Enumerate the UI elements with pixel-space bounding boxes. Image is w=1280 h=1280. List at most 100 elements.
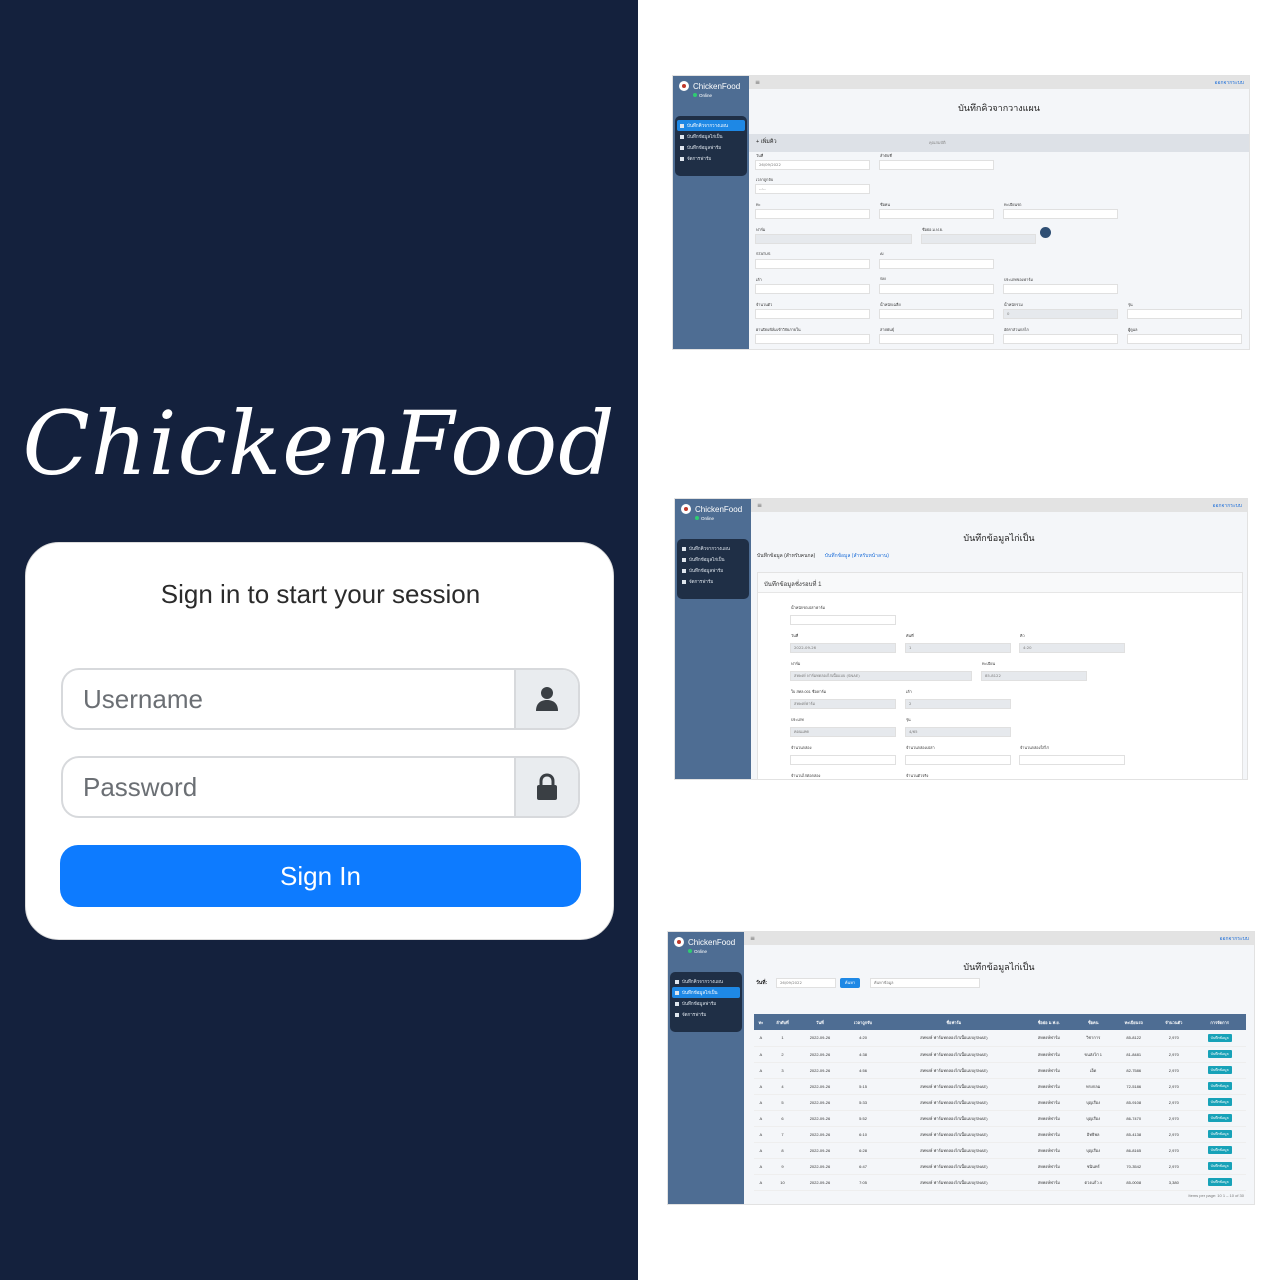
sidebar-item-farm-data[interactable]: บันทึกข้อมูลฟาร์ม (677, 565, 749, 576)
table-header: ทะ ลำดับที่ วันที่ เวลาถูกจับ ชื่อฟาร์ม … (754, 1014, 1246, 1030)
date-filter[interactable]: 26/09/2022 (776, 978, 836, 988)
signin-button[interactable]: Sign In (60, 845, 581, 907)
table-cell: 8 (767, 1142, 798, 1159)
sidebar-brand[interactable]: ChickenFood (673, 76, 749, 91)
table-cell: 2,970 (1154, 1078, 1194, 1095)
col-header[interactable]: ทะ (754, 1014, 768, 1030)
order-field[interactable] (879, 160, 994, 170)
logout-link[interactable]: ออกจากระบบ (1214, 79, 1244, 87)
line-select[interactable] (755, 209, 870, 219)
truck-no-field: 1 (905, 643, 1011, 653)
sidebar-item-farm-manage[interactable]: จัดการฟาร์ม (670, 1009, 742, 1020)
record-data-button[interactable]: บันทึกข้อมูล (1207, 1162, 1232, 1170)
col-header[interactable]: ชื่อคน (1073, 1014, 1114, 1030)
menu-toggle-icon[interactable]: ≡ (755, 79, 760, 86)
house-field: 2 (905, 699, 1011, 709)
batch-field[interactable] (1127, 309, 1242, 319)
menu-toggle-icon[interactable]: ≡ (757, 502, 762, 509)
sidebar-item-farm-manage[interactable]: จัดการฟาร์ม (675, 153, 747, 164)
avg-weight-field[interactable] (879, 309, 994, 319)
person-field[interactable] (879, 209, 994, 219)
search-input[interactable] (870, 978, 980, 988)
search-icon[interactable] (1040, 227, 1051, 238)
col-header[interactable]: เวลาถูกจับ (842, 1014, 884, 1030)
add-queue-bar[interactable]: + เพิ่มคิว คุณสมบัติ (749, 134, 1249, 152)
sidebar-item-live-chicken[interactable]: บันทึกข้อมูลไก่เป็น (677, 554, 749, 565)
tab-record-middleman[interactable]: บันทึกข้อมูล (สำหรับคนกล) (757, 553, 815, 559)
farm-short-field (921, 234, 1036, 244)
field-label: จำนวนตัวจริง (906, 774, 929, 778)
username-input[interactable] (63, 670, 514, 728)
table-cell: 2022-09-26 (797, 1142, 843, 1159)
house-field[interactable] (755, 284, 870, 294)
empty-box-field[interactable] (905, 755, 1011, 765)
record-data-button[interactable]: บันทึกข้อมูล (1207, 1082, 1232, 1090)
record-data-button[interactable]: บันทึกข้อมูล (1207, 1130, 1232, 1138)
status-field[interactable] (755, 259, 870, 269)
add-queue-button[interactable]: + เพิ่มคิว (756, 138, 777, 146)
sm-select[interactable] (879, 284, 994, 294)
full-box-field[interactable] (1019, 755, 1125, 765)
batch-field: 4/65 (905, 727, 1011, 737)
vaccine-select[interactable] (755, 334, 870, 344)
table-cell: 82-7586 (1113, 1062, 1155, 1079)
password-input[interactable] (63, 758, 514, 816)
sidebar-item-queue[interactable]: บันทึกคิวจากวางแผน (670, 976, 742, 987)
plate-field[interactable] (1003, 209, 1118, 219)
record-data-button[interactable]: บันทึกข้อมูล (1207, 1066, 1232, 1074)
table-cell: A (754, 1078, 768, 1095)
sidebar-item-farm-manage[interactable]: จัดการฟาร์ม (677, 576, 749, 587)
sidebar-brand[interactable]: ChickenFood (668, 932, 744, 947)
col-header[interactable]: ชื่อย่อ ม.ฟ.ย. (1024, 1014, 1074, 1030)
time-field[interactable]: --:-- (755, 184, 870, 194)
list-icon (675, 1001, 679, 1006)
logout-link[interactable]: ออกจากระบบ (1212, 502, 1242, 510)
field-label: ฟาร์ม (791, 662, 801, 666)
col-header[interactable]: ชื่อฟาร์ม (883, 1014, 1025, 1030)
sidebar-brand[interactable]: ChickenFood (675, 499, 751, 514)
sidebar-item-live-chicken[interactable]: บันทึกข้อมูลไก่เป็น (672, 987, 740, 998)
table-cell: A (754, 1062, 768, 1079)
form-farm-field: สหพงษ์ฟาร์ม (790, 699, 896, 709)
col-header[interactable]: จำนวนตัว (1154, 1014, 1194, 1030)
logout-link[interactable]: ออกจากระบบ (1219, 935, 1249, 943)
table-cell: สหพงษ์ ฟาร์มทดลองไก่เนื้อแบบ(SNAE) (883, 1046, 1025, 1063)
table-cell: 85-4138 (1113, 1126, 1155, 1143)
menu-toggle-icon[interactable]: ≡ (750, 935, 755, 942)
record-data-button[interactable]: บันทึกข้อมูล (1207, 1050, 1232, 1058)
col-header[interactable]: วันที่ (797, 1014, 843, 1030)
breed-select[interactable] (879, 334, 994, 344)
sidebar-item-queue[interactable]: บันทึกคิวจากวางแผน (677, 120, 745, 131)
date-field[interactable]: 26/09/2022 (755, 160, 870, 170)
sidebar-item-farm-data[interactable]: บันทึกข้อมูลฟาร์ม (675, 142, 747, 153)
field-label: ฟาร์ม (756, 228, 766, 232)
sidebar-item-farm-data[interactable]: บันทึกข้อมูลฟาร์ม (670, 998, 742, 1009)
sidebar-item-queue[interactable]: บันทึกคิวจากวางแผน (677, 543, 749, 554)
record-data-button[interactable]: บันทึกข้อมูล (1207, 1114, 1232, 1122)
caretaker-select[interactable] (1127, 334, 1242, 344)
field-label: จำนวนกล่องเปล่า (906, 746, 935, 750)
search-button[interactable]: ค้นหา (840, 978, 860, 988)
count-field[interactable] (755, 309, 870, 319)
col-header[interactable]: ลำดับที่ (767, 1014, 798, 1030)
table-cell: 2022-09-26 (797, 1158, 843, 1175)
farm-type-select[interactable] (1003, 284, 1118, 294)
sidebar-item-live-chicken[interactable]: บันทึกข้อมูลไก่เป็น (675, 131, 747, 142)
ratio-select[interactable] (1003, 334, 1118, 344)
tab-record-yard[interactable]: บันทึกข้อมูล (สำหรับหน้าลาน) (825, 553, 889, 559)
empty-truck-weight-field[interactable] (790, 615, 896, 625)
table-cell: 2,970 (1154, 1142, 1194, 1159)
action-cell: บันทึกข้อมูล (1193, 1174, 1246, 1191)
login-panel: ChickenFood Sign in to start your sessio… (0, 0, 638, 1280)
pagination[interactable]: Items per page: 10 1 – 10 of 30 (1188, 1193, 1244, 1198)
record-data-button[interactable]: บันทึกข้อมูล (1207, 1033, 1232, 1042)
col-header[interactable]: ทะเบียนรถ (1113, 1014, 1155, 1030)
record-data-button[interactable]: บันทึกข้อมูล (1207, 1178, 1232, 1186)
record-data-button[interactable]: บันทึกข้อมูล (1207, 1146, 1232, 1154)
ai-field[interactable] (879, 259, 994, 269)
table-cell: ขนส่งไก่ 1 (1073, 1046, 1114, 1063)
table-cell: A (754, 1126, 768, 1143)
record-data-button[interactable]: บันทึกข้อมูล (1207, 1098, 1232, 1106)
box-count-field[interactable] (790, 755, 896, 765)
action-cell: บันทึกข้อมูล (1193, 1030, 1246, 1047)
